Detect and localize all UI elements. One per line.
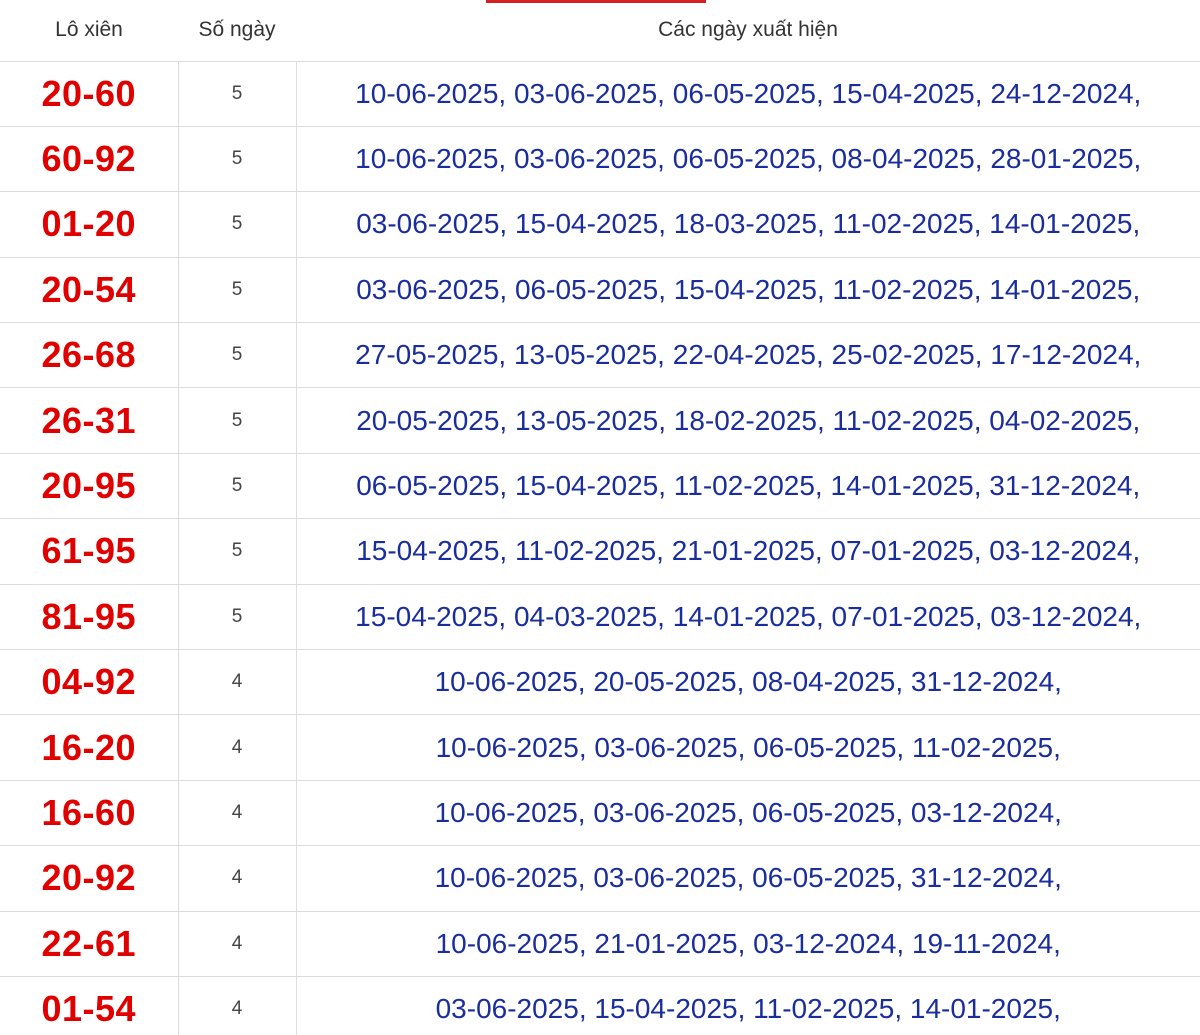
table-row: 81-95 5 15-04-2025, 04-03-2025, 14-01-2025… — [0, 584, 1200, 651]
lo-xien-pair: 20-92 — [0, 845, 179, 912]
lo-xien-pair: 20-95 — [0, 453, 179, 520]
table-header: Lô xiên Số ngày Các ngày xuất hiện — [0, 0, 1200, 62]
table-row: 20-92 4 10-06-2025, 03-06-2025, 06-05-2025… — [0, 845, 1200, 912]
table-row: 16-20 4 10-06-2025, 03-06-2025, 06-05-2025… — [0, 714, 1200, 781]
day-count: 4 — [178, 714, 297, 781]
day-count: 5 — [178, 322, 297, 389]
table-row: 60-92 5 10-06-2025, 03-06-2025, 06-05-2025… — [0, 126, 1200, 193]
lo-xien-pair: 04-92 — [0, 649, 179, 716]
lo-xien-pair: 20-60 — [0, 61, 179, 127]
day-count: 5 — [178, 453, 297, 520]
appearance-dates: 10-06-2025, 03-06-2025, 06-05-2025, 08-0… — [296, 126, 1200, 193]
table-row: 61-95 5 15-04-2025, 11-02-2025, 21-01-2025… — [0, 518, 1200, 585]
appearance-dates: 27-05-2025, 13-05-2025, 22-04-2025, 25-0… — [296, 322, 1200, 389]
header-count: Số ngày — [178, 0, 296, 62]
day-count: 5 — [178, 257, 297, 324]
table-row: 26-31 5 20-05-2025, 13-05-2025, 18-02-2025… — [0, 387, 1200, 454]
appearance-dates: 03-06-2025, 15-04-2025, 11-02-2025, 14-0… — [296, 976, 1200, 1035]
table-row: 20-60 5 10-06-2025, 03-06-2025, 06-05-2025… — [0, 61, 1200, 127]
day-count: 5 — [178, 126, 297, 193]
lo-xien-pair: 81-95 — [0, 584, 179, 651]
appearance-dates: 10-06-2025, 20-05-2025, 08-04-2025, 31-1… — [296, 649, 1200, 716]
appearance-dates: 10-06-2025, 03-06-2025, 06-05-2025, 11-0… — [296, 714, 1200, 781]
header-dates: Các ngày xuất hiện — [296, 0, 1200, 62]
day-count: 5 — [178, 584, 297, 651]
lo-xien-pair: 61-95 — [0, 518, 179, 585]
table-row: 22-61 4 10-06-2025, 21-01-2025, 03-12-2024… — [0, 911, 1200, 977]
table-row: 01-54 4 03-06-2025, 15-04-2025, 11-02-2025… — [0, 976, 1200, 1035]
appearance-dates: 10-06-2025, 03-06-2025, 06-05-2025, 03-1… — [296, 780, 1200, 847]
day-count: 4 — [178, 976, 297, 1035]
day-count: 5 — [178, 518, 297, 585]
header-row: Lô xiên Số ngày Các ngày xuất hiện — [0, 0, 1200, 62]
day-count: 4 — [178, 649, 297, 716]
table-body: 20-60 5 10-06-2025, 03-06-2025, 06-05-2025… — [0, 61, 1200, 1035]
appearance-dates: 03-06-2025, 15-04-2025, 18-03-2025, 11-0… — [296, 191, 1200, 258]
appearance-dates: 06-05-2025, 15-04-2025, 11-02-2025, 14-0… — [296, 453, 1200, 520]
page: Lô xiên Số ngày Các ngày xuất hiện 20-60… — [0, 0, 1200, 1035]
appearance-dates: 15-04-2025, 11-02-2025, 21-01-2025, 07-0… — [296, 518, 1200, 585]
table-row: 20-95 5 06-05-2025, 15-04-2025, 11-02-2025… — [0, 453, 1200, 520]
lo-xien-table: Lô xiên Số ngày Các ngày xuất hiện 20-60… — [0, 0, 1200, 1035]
header-pair: Lô xiên — [0, 0, 178, 62]
appearance-dates: 15-04-2025, 04-03-2025, 14-01-2025, 07-0… — [296, 584, 1200, 651]
lo-xien-pair: 16-60 — [0, 780, 179, 847]
table-row: 04-92 4 10-06-2025, 20-05-2025, 08-04-2025… — [0, 649, 1200, 716]
day-count: 4 — [178, 911, 297, 977]
lo-xien-pair: 16-20 — [0, 714, 179, 781]
day-count: 5 — [178, 61, 297, 127]
lo-xien-pair: 01-20 — [0, 191, 179, 258]
lo-xien-pair: 60-92 — [0, 126, 179, 193]
appearance-dates: 20-05-2025, 13-05-2025, 18-02-2025, 11-0… — [296, 387, 1200, 454]
appearance-dates: 10-06-2025, 03-06-2025, 06-05-2025, 15-0… — [296, 61, 1200, 127]
lo-xien-pair: 22-61 — [0, 911, 179, 977]
appearance-dates: 10-06-2025, 21-01-2025, 03-12-2024, 19-1… — [296, 911, 1200, 977]
day-count: 5 — [178, 387, 297, 454]
day-count: 5 — [178, 191, 297, 258]
table-row: 16-60 4 10-06-2025, 03-06-2025, 06-05-2025… — [0, 780, 1200, 847]
table-row: 01-20 5 03-06-2025, 15-04-2025, 18-03-2025… — [0, 191, 1200, 258]
table-row: 26-68 5 27-05-2025, 13-05-2025, 22-04-2025… — [0, 322, 1200, 389]
day-count: 4 — [178, 845, 297, 912]
lo-xien-pair: 01-54 — [0, 976, 179, 1035]
lo-xien-pair: 20-54 — [0, 257, 179, 324]
lo-xien-pair: 26-68 — [0, 322, 179, 389]
appearance-dates: 10-06-2025, 03-06-2025, 06-05-2025, 31-1… — [296, 845, 1200, 912]
lo-xien-pair: 26-31 — [0, 387, 179, 454]
appearance-dates: 03-06-2025, 06-05-2025, 15-04-2025, 11-0… — [296, 257, 1200, 324]
day-count: 4 — [178, 780, 297, 847]
table-row: 20-54 5 03-06-2025, 06-05-2025, 15-04-2025… — [0, 257, 1200, 324]
